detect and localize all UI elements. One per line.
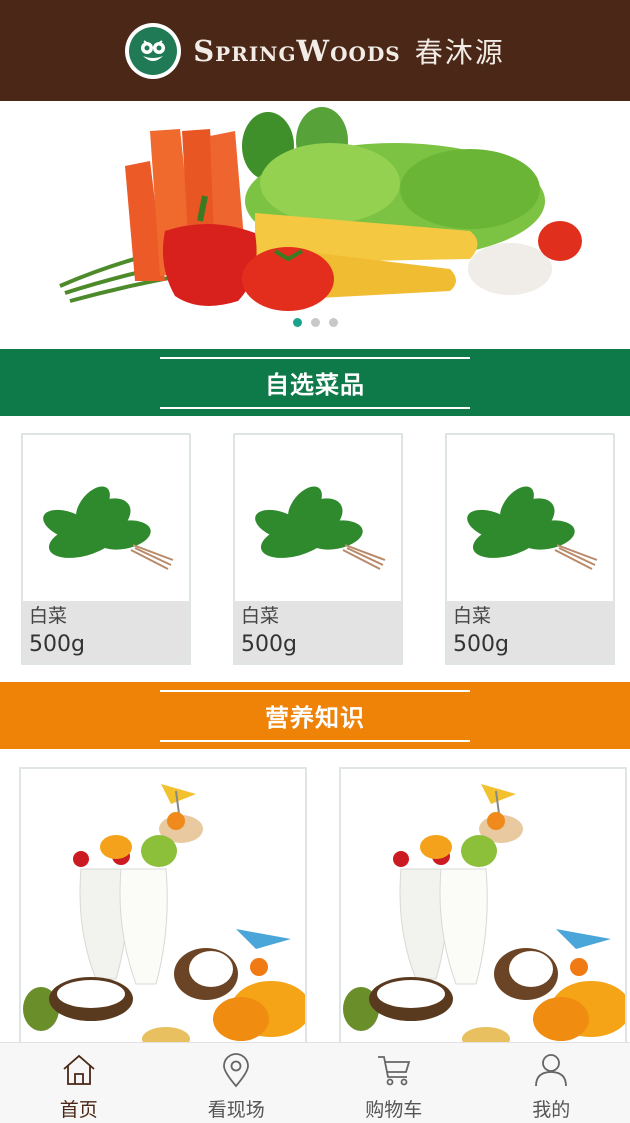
product-info: 白菜 500g	[235, 601, 401, 663]
app-header: SpringWoods 春沐源	[0, 0, 630, 101]
home-icon	[63, 1054, 95, 1085]
section-title: 自选菜品	[265, 371, 365, 399]
spinach-image	[255, 486, 386, 570]
bottom-tab-bar: 首页 看现场 购物车 我的	[0, 1042, 630, 1123]
app-page: SpringWoods 春沐源 自选菜品 白菜 500g 白菜 500g 白菜 …	[0, 0, 630, 1123]
product-card[interactable]: 白菜 500g	[445, 433, 615, 665]
tab-home[interactable]: 首页	[0, 1043, 158, 1123]
product-name: 白菜	[29, 605, 68, 627]
product-name: 白菜	[241, 605, 280, 627]
product-weight: 500g	[453, 632, 509, 657]
user-icon	[535, 1054, 568, 1087]
article-card[interactable]	[339, 767, 627, 1057]
carousel-indicators	[0, 318, 630, 327]
location-pin-icon	[223, 1053, 250, 1088]
section-header-nutrition: 营养知识	[0, 682, 630, 749]
article-card[interactable]	[19, 767, 307, 1057]
tab-label: 看现场	[207, 1099, 265, 1121]
spinach-image	[43, 486, 174, 570]
carousel-dot[interactable]	[310, 318, 320, 327]
cart-icon	[377, 1056, 410, 1086]
tab-label: 我的	[532, 1099, 571, 1121]
product-weight: 500g	[29, 632, 85, 657]
product-name: 白菜	[453, 605, 492, 627]
tab-label: 首页	[59, 1099, 98, 1121]
tab-cart[interactable]: 购物车	[315, 1043, 473, 1123]
tab-profile[interactable]: 我的	[473, 1043, 630, 1123]
section-title: 营养知识	[265, 704, 365, 732]
section-divider	[160, 406, 470, 409]
product-card[interactable]: 白菜 500g	[21, 433, 191, 665]
owl-logo-icon	[125, 22, 182, 79]
milkshake-fruit-image	[23, 784, 305, 1051]
brand-name-en: SpringWoods	[193, 33, 401, 68]
section-header-vegetables: 自选菜品	[0, 349, 630, 416]
tab-label: 购物车	[365, 1099, 423, 1121]
product-weight: 500g	[241, 632, 297, 657]
tab-live[interactable]: 看现场	[158, 1043, 316, 1123]
product-info: 白菜 500g	[447, 601, 613, 663]
milkshake-fruit-image	[343, 784, 625, 1051]
product-info: 白菜 500g	[23, 601, 189, 663]
spinach-image	[467, 486, 598, 570]
carousel-dot[interactable]	[328, 318, 338, 327]
vegetables-banner-image	[59, 107, 582, 311]
section-divider	[160, 739, 470, 742]
article-list	[0, 767, 630, 1057]
brand-name-cn: 春沐源	[414, 35, 505, 69]
section-divider	[160, 689, 470, 692]
section-divider	[160, 356, 470, 359]
product-list: 白菜 500g 白菜 500g 白菜 500g	[0, 433, 630, 665]
carousel-dot-active[interactable]	[292, 318, 302, 327]
product-card[interactable]: 白菜 500g	[233, 433, 403, 665]
banner-carousel[interactable]	[0, 101, 630, 349]
